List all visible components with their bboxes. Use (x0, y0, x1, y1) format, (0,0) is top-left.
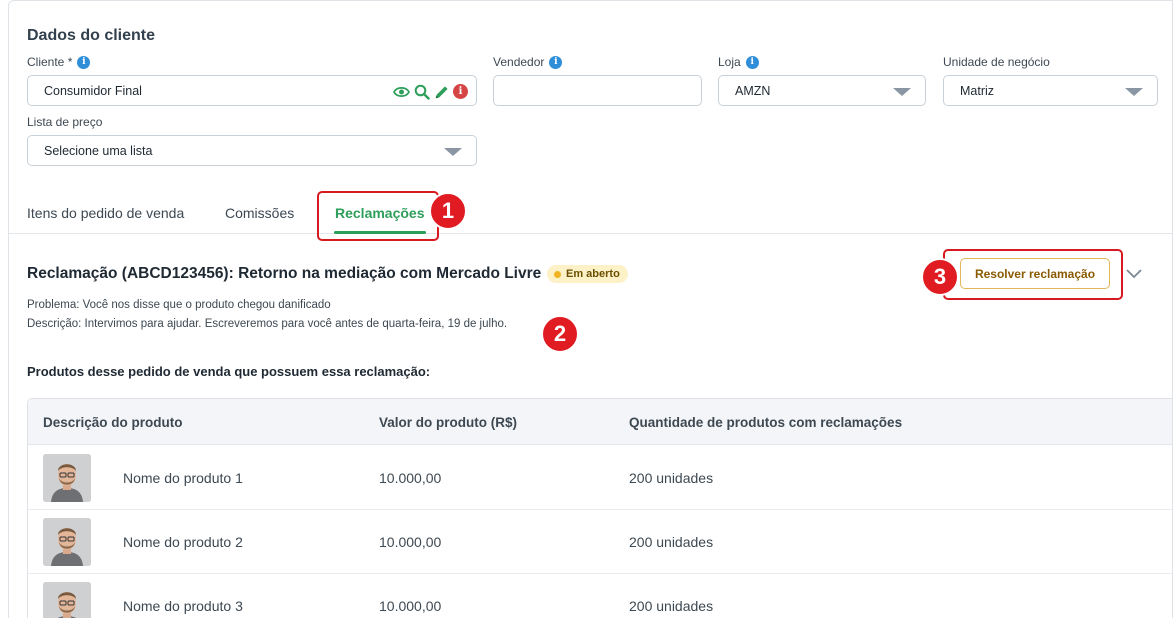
status-dot-icon (554, 270, 561, 278)
table-row[interactable]: Nome do produto 1 10.000,00 200 unidades (28, 446, 1172, 510)
product-name: Nome do produto 1 (123, 470, 243, 486)
marker-1: 1 (429, 192, 467, 230)
section-title: Dados do cliente (27, 27, 156, 44)
table-header: Descrição do produto Valor do produto (R… (28, 399, 1172, 445)
caret-down-icon (444, 148, 462, 156)
claim-description: Descrição: Intervimos para ajudar. Escre… (27, 318, 508, 330)
lista-select[interactable]: Selecione uma lista (27, 135, 477, 166)
products-table: Descrição do produto Valor do produto (R… (27, 398, 1172, 618)
status-badge: Em aberto (547, 265, 628, 283)
caret-down-icon (1125, 88, 1143, 96)
unidade-label: Unidade de negócio (943, 55, 1050, 69)
product-quantity: 200 unidades (629, 598, 714, 614)
product-photo (43, 582, 91, 618)
table-row[interactable]: Nome do produto 3 10.000,00 200 unidades (28, 574, 1172, 618)
product-quantity: 200 unidades (629, 470, 714, 486)
pencil-icon[interactable] (433, 83, 450, 100)
marker-2: 2 (541, 315, 579, 353)
column-header-quantity: Quantidade de produtos com reclamações (629, 415, 903, 430)
product-photo (43, 454, 91, 502)
product-value: 10.000,00 (379, 598, 442, 614)
cliente-input[interactable]: Consumidor Final i (27, 75, 477, 106)
product-photo (43, 518, 91, 566)
product-name: Nome do produto 2 (123, 534, 243, 550)
unidade-select[interactable]: Matriz (943, 75, 1158, 106)
info-icon[interactable]: i (745, 55, 759, 69)
marker-3: 3 (921, 258, 959, 296)
tab-itens[interactable]: Itens do pedido de venda (27, 205, 184, 221)
highlight-box-tab (317, 191, 439, 241)
sales-order-panel: Dados do cliente Cliente * i Consumidor … (8, 0, 1173, 618)
tab-comissoes[interactable]: Comissões (225, 205, 294, 221)
tab-bar: Itens do pedido de venda Comissões Recla… (9, 191, 1172, 234)
info-icon[interactable]: i (77, 55, 91, 69)
column-header-value: Valor do produto (R$) (379, 415, 517, 430)
products-section-title: Produtos desse pedido de venda que possu… (27, 364, 431, 379)
caret-down-icon (893, 88, 911, 96)
cliente-actions: i (393, 83, 468, 100)
chevron-down-icon[interactable] (1125, 266, 1143, 284)
claim-problem: Problema: Você nos disse que o produto c… (27, 299, 331, 311)
product-value: 10.000,00 (379, 534, 442, 550)
search-icon[interactable] (413, 83, 430, 100)
resolve-claim-button[interactable]: Resolver reclamação (960, 258, 1110, 289)
vendedor-input[interactable] (493, 75, 702, 106)
vendedor-label: Vendedor i (493, 55, 563, 69)
product-value: 10.000,00 (379, 470, 442, 486)
cliente-label: Cliente * i (27, 55, 91, 69)
table-row[interactable]: Nome do produto 2 10.000,00 200 unidades (28, 510, 1172, 574)
product-quantity: 200 unidades (629, 534, 714, 550)
claim-title: Reclamação (ABCD123456): Retorno na medi… (27, 265, 542, 282)
column-header-description: Descrição do produto (43, 415, 183, 430)
loja-label: Loja i (718, 55, 759, 69)
info-icon[interactable]: i (549, 55, 563, 69)
lista-label: Lista de preço (27, 115, 103, 129)
alert-info-icon[interactable]: i (453, 84, 468, 99)
product-name: Nome do produto 3 (123, 598, 243, 614)
eye-icon[interactable] (393, 83, 410, 100)
loja-select[interactable]: AMZN (718, 75, 926, 106)
